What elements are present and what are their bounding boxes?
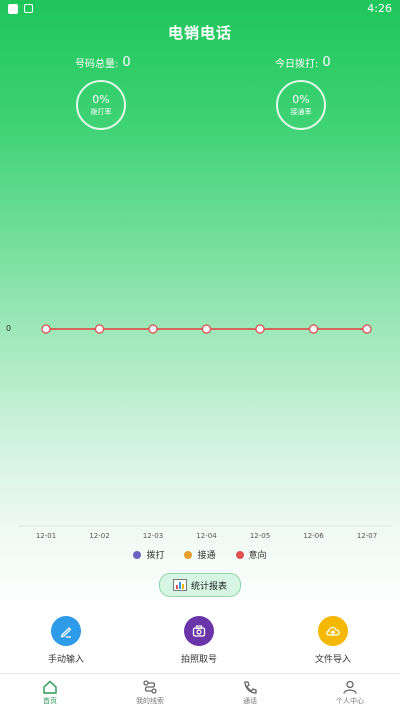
legend-label: 接通 (197, 551, 216, 561)
legend-item: 接通 (184, 548, 216, 561)
phone-icon (244, 681, 257, 694)
cloud-upload-icon (326, 626, 340, 636)
tab-my-leads[interactable]: 我的线索 (100, 674, 200, 712)
camera-icon (192, 625, 206, 637)
legend-item: 拨打 (133, 548, 164, 561)
legend-swatch (184, 550, 193, 559)
x-tick-label: 12-03 (143, 532, 163, 540)
bottom-tab-bar: 首页 我的线索 通话 个人中心 (0, 673, 400, 712)
legend-label: 意向 (248, 551, 267, 561)
user-icon (343, 680, 357, 694)
tab-my-leads-label: 我的线索 (136, 697, 164, 705)
status-time: 4:26 (367, 2, 392, 15)
total-count-label: 号码总量: (75, 59, 119, 70)
manual-input-label: 手动输入 (47, 655, 84, 665)
screenshot-icon (24, 4, 33, 13)
file-import-button[interactable]: 文件导入 (293, 616, 373, 665)
connect-rate-value: 0% (292, 93, 310, 106)
photo-capture-label: 拍照取号 (180, 655, 217, 665)
home-icon (43, 680, 57, 694)
today-count-label: 今日拨打: (275, 59, 319, 70)
legend-label: 拨打 (146, 551, 165, 561)
route-icon (143, 680, 157, 694)
tab-profile-label: 个人中心 (336, 697, 364, 705)
x-tick-label: 12-06 (303, 532, 324, 540)
photo-capture-button[interactable]: 拍照取号 (159, 616, 239, 665)
statistics-report-label: 统计报表 (190, 581, 227, 592)
photo-capture-circle (184, 616, 214, 646)
data-point-2-6 (362, 324, 372, 334)
status-bar: 4:26 (0, 0, 400, 18)
total-count-value: 0 (122, 55, 131, 70)
x-tick-label: 12-02 (89, 532, 109, 540)
tab-home[interactable]: 首页 (0, 674, 100, 712)
tab-calls-label: 通话 (243, 697, 257, 705)
x-tick-label: 12-04 (196, 532, 217, 540)
notification-icon (8, 4, 18, 14)
x-tick-label: 12-05 (250, 532, 270, 540)
page-title: 电销电话 (167, 24, 232, 42)
today-count: 今日拨打: 0 (275, 55, 331, 70)
data-point-2-5 (308, 324, 319, 334)
data-point-2-2 (148, 324, 158, 334)
data-point-2-0 (41, 324, 51, 334)
pencil-icon (60, 627, 72, 638)
statistics-report-button[interactable]: 统计报表 (159, 573, 241, 597)
bar-chart-icon (172, 579, 187, 591)
legend-swatch (133, 550, 142, 559)
dial-rate-label: 拨打率 (90, 108, 112, 116)
connect-rate-label: 接通率 (290, 108, 312, 116)
tab-home-label: 首页 (43, 697, 57, 705)
dial-rate-ring: 0% 拨打率 (76, 80, 126, 130)
chart-legend: 拨打 接通 意向 (0, 548, 400, 561)
manual-input-button[interactable]: 手动输入 (26, 616, 106, 665)
manual-input-circle (51, 616, 81, 646)
data-point-2-1 (94, 324, 105, 334)
legend-item: 意向 (235, 548, 267, 561)
total-count: 号码总量: 0 (75, 55, 131, 70)
today-count-value: 0 (322, 55, 331, 70)
x-tick-label: 12-07 (357, 532, 377, 540)
file-import-label: 文件导入 (314, 655, 351, 665)
line-chart: 12-01 12-02 12-03 12-04 12-05 12-06 12-07 (18, 324, 392, 540)
tab-profile[interactable]: 个人中心 (300, 674, 400, 712)
data-point-2-3 (201, 324, 212, 334)
dial-rate-value: 0% (92, 93, 110, 106)
connect-rate-ring: 0% 接通率 (276, 80, 326, 130)
data-point-2-4 (255, 324, 265, 334)
file-import-circle (318, 616, 348, 646)
x-tick-label: 12-01 (36, 532, 56, 540)
legend-swatch (235, 550, 244, 559)
tab-calls[interactable]: 通话 (200, 674, 300, 712)
